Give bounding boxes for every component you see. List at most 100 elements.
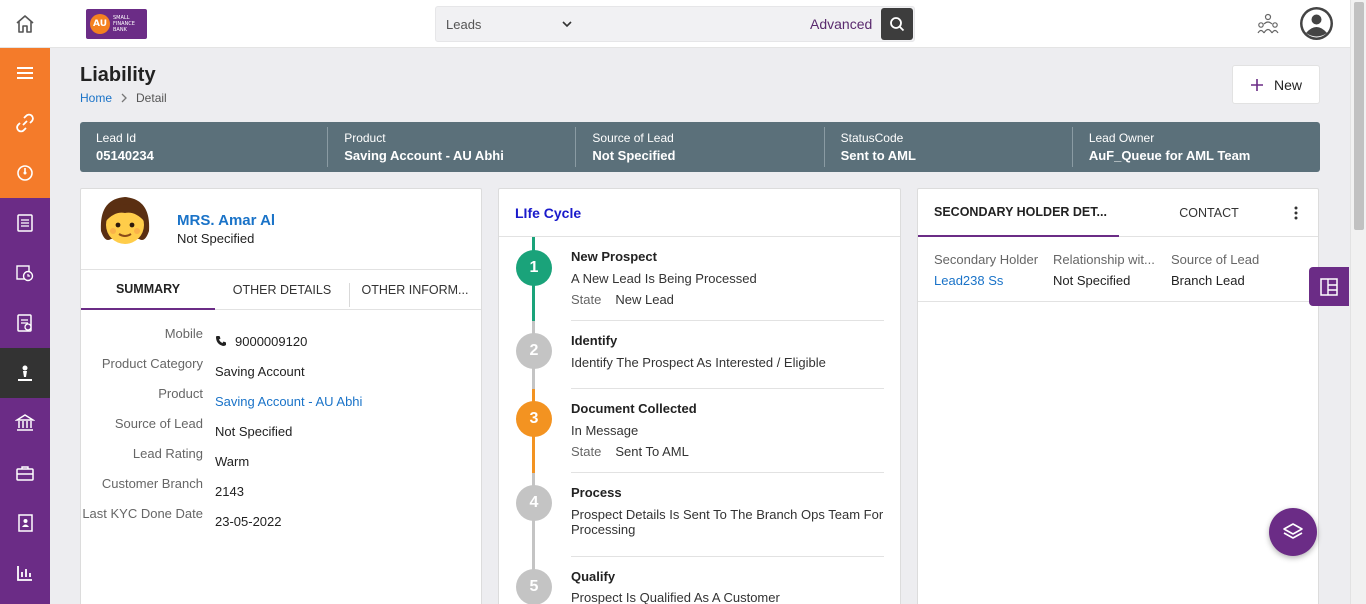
info-source: Source of Lead Not Specified (576, 127, 825, 167)
field-row: Source of Lead Not Specified (81, 416, 481, 446)
info-label: Product (344, 131, 386, 145)
tab-secondary-holder-details[interactable]: SECONDARY HOLDER DET... (918, 189, 1119, 237)
report-icon[interactable] (0, 298, 50, 348)
more-vertical-icon[interactable] (1288, 203, 1304, 223)
customer-card: MRS. Amar Al Not Specified SUMMARY OTHER… (80, 188, 482, 604)
tab-contact[interactable]: CONTACT (1119, 189, 1299, 237)
breadcrumb-current: Detail (136, 91, 167, 105)
secondary-tabs: SECONDARY HOLDER DET... CONTACT (918, 189, 1318, 237)
field-row: Lead Rating Warm (81, 446, 481, 476)
layers-icon[interactable] (1269, 508, 1317, 556)
scrollbar-thumb[interactable] (1354, 2, 1364, 230)
search-category-select[interactable]: Leads (436, 7, 581, 41)
info-value: 05140234 (96, 148, 154, 163)
divider (571, 320, 884, 321)
menu-icon[interactable] (0, 48, 50, 98)
page-scrollbar[interactable] (1350, 0, 1366, 604)
product-link[interactable]: Saving Account - AU Abhi (215, 386, 362, 416)
field-row: Product Saving Account - AU Abhi (81, 386, 481, 416)
field-value: Warm (215, 453, 250, 469)
breadcrumb: Home Detail (80, 91, 167, 105)
info-lead-id: Lead Id 05140234 (80, 127, 329, 167)
search-button[interactable] (881, 8, 913, 40)
page-title: Liability (80, 64, 156, 86)
top-bar: AU SMALL FINANCE BANK Leads Advanced (0, 0, 1350, 48)
divider (918, 301, 1318, 302)
info-label: Lead Id (96, 131, 137, 145)
phone-icon[interactable] (215, 335, 227, 347)
new-button[interactable]: New (1232, 65, 1320, 104)
column-value: Not Specified (1053, 273, 1131, 288)
state-label: State (571, 444, 602, 459)
info-label: Lead Owner (1088, 131, 1155, 145)
contact-book-icon[interactable] (0, 498, 50, 548)
user-avatar[interactable] (1300, 7, 1333, 40)
step-text: Prospect Is Qualified As A Customer (571, 590, 780, 604)
field-label: Product Category (101, 356, 203, 371)
info-status: StatusCode Sent to AML (825, 127, 1073, 167)
source-column: Source of Lead Branch Lead (1171, 252, 1259, 288)
state-value: Sent To AML (615, 444, 689, 459)
step-text: A New Lead Is Being Processed (571, 271, 757, 286)
step-number: 1 (516, 250, 552, 286)
breadcrumb-home-link[interactable]: Home (80, 91, 112, 105)
step-state: State Sent To AML (571, 444, 689, 459)
column-header: Source of Lead (1171, 252, 1260, 267)
lifecycle-title: LIfe Cycle (515, 205, 582, 221)
secondary-holder-link[interactable]: Lead238 Ss (934, 273, 1038, 288)
analytics-icon[interactable] (0, 548, 50, 598)
field-value: 23-05-2022 (215, 513, 282, 529)
chevron-down-icon (562, 21, 572, 28)
panel-layout-icon[interactable] (1309, 267, 1349, 306)
team-icon[interactable] (1256, 13, 1280, 38)
tab-summary[interactable]: SUMMARY (81, 270, 215, 310)
field-label: Lead Rating (132, 446, 203, 461)
chevron-right-icon (121, 93, 127, 103)
au-bank-logo[interactable]: AU SMALL FINANCE BANK (86, 9, 147, 39)
mobile-number: 9000009120 (235, 333, 308, 349)
clipboard-list-icon[interactable] (0, 198, 50, 248)
search-category-value: Leads (446, 16, 482, 32)
lifecycle-card: LIfe Cycle 1 New Prospect A New Lead Is … (498, 188, 901, 604)
advanced-search-link[interactable]: Advanced (810, 16, 872, 32)
bank-icon[interactable] (0, 398, 50, 448)
step-title: Document Collected (571, 401, 697, 416)
column-value: Branch Lead (1171, 273, 1245, 288)
field-label: Last KYC Done Date (82, 506, 203, 521)
column-header: Relationship wit... (1053, 252, 1155, 267)
schedule-icon[interactable] (0, 248, 50, 298)
info-value: Saving Account - AU Abhi (344, 148, 504, 163)
logo-wordmark: SMALL FINANCE BANK (113, 15, 135, 33)
step-number: 5 (516, 569, 552, 604)
dashboard-gauge-icon[interactable] (0, 148, 50, 198)
new-button-label: New (1273, 76, 1302, 93)
info-value: Not Specified (592, 148, 676, 163)
tab-other-information[interactable]: OTHER INFORM... (349, 270, 481, 310)
step-number: 3 (516, 401, 552, 437)
field-label: Mobile (164, 326, 203, 341)
global-search: Leads Advanced (435, 6, 915, 42)
girl-avatar-icon (100, 197, 150, 244)
divider (499, 236, 900, 237)
field-row: Customer Branch 2143 (81, 476, 481, 506)
field-value: 2143 (215, 483, 244, 499)
leads-icon[interactable] (0, 348, 50, 398)
field-row: Product Category Saving Account (81, 356, 481, 386)
link-icon[interactable] (0, 98, 50, 148)
sidebar (0, 48, 50, 604)
customer-name[interactable]: MRS. Amar Al (177, 212, 275, 229)
tab-other-details[interactable]: OTHER DETAILS (215, 270, 349, 310)
logo-mark: AU (90, 14, 110, 34)
briefcase-icon[interactable] (0, 448, 50, 498)
field-value: Saving Account (215, 363, 305, 379)
secondary-holder-card: SECONDARY HOLDER DET... CONTACT Secondar… (917, 188, 1319, 604)
step-text: Identify The Prospect As Interested / El… (571, 355, 826, 370)
info-product: Product Saving Account - AU Abhi (328, 127, 577, 167)
home-icon[interactable] (12, 12, 38, 36)
search-input[interactable] (584, 7, 814, 41)
field-row: Last KYC Done Date 23-05-2022 (81, 506, 481, 536)
customer-subtitle: Not Specified (177, 231, 255, 246)
info-label: StatusCode (840, 131, 904, 145)
plus-icon (1250, 78, 1263, 91)
column-header: Secondary Holder (934, 252, 1039, 267)
